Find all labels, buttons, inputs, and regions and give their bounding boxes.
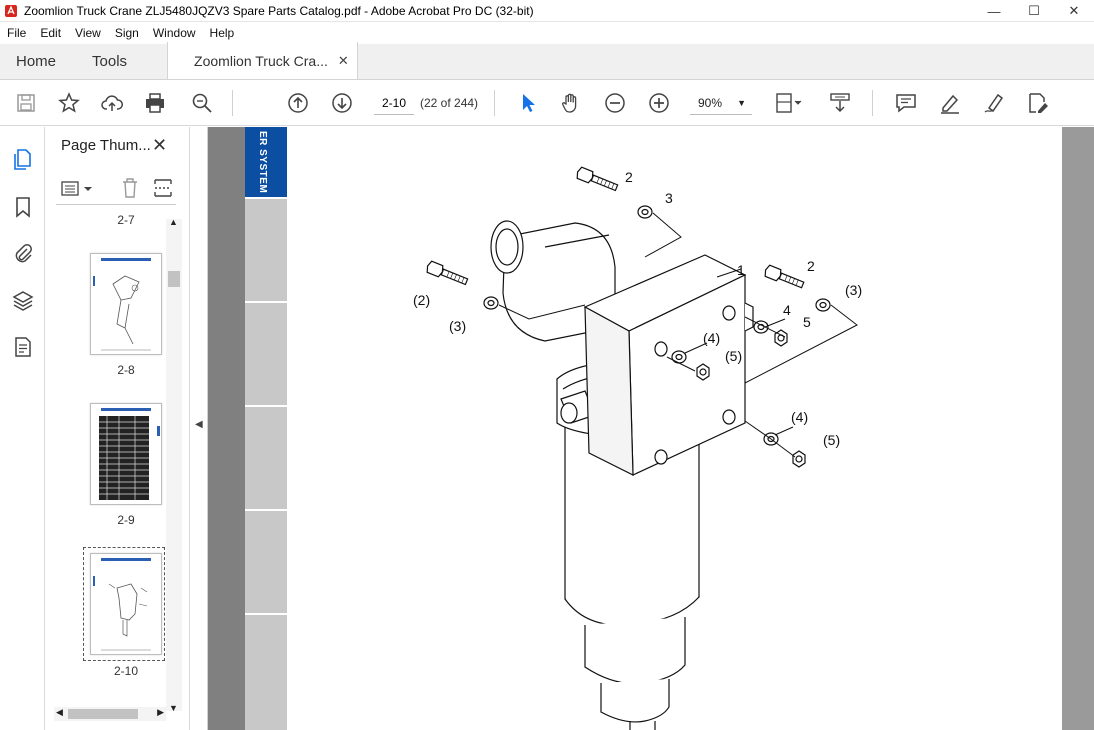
left-navigation-rail [0, 127, 45, 730]
close-window-button[interactable]: ✕ [1054, 0, 1094, 22]
close-tab-icon[interactable]: ✕ [338, 53, 349, 69]
callout-label: 5 [803, 314, 811, 330]
menu-bar: File Edit View Sign Window Help [0, 22, 1094, 44]
layers-icon[interactable] [11, 289, 35, 313]
menu-file[interactable]: File [0, 26, 33, 40]
zoom-value: 90% [698, 95, 723, 110]
maximize-button[interactable]: ☐ [1014, 0, 1054, 22]
menu-sign[interactable]: Sign [108, 26, 146, 40]
zoom-search-icon[interactable] [190, 91, 214, 115]
thumbnails-toolbar [56, 175, 176, 205]
tab-bar: Home Tools Zoomlion Truck Cra... ✕ [0, 42, 1094, 80]
callout-label: (4) [791, 409, 808, 425]
scroll-up-icon[interactable]: ▲ [169, 217, 178, 227]
page-thumbnails-icon[interactable] [11, 147, 35, 171]
page-number-input[interactable] [374, 91, 414, 115]
bookmark-star-icon[interactable] [57, 91, 81, 115]
callout-label: (4) [703, 330, 720, 346]
minimize-button[interactable]: — [974, 0, 1014, 22]
panel-collapse-handle[interactable]: ◀ [190, 127, 208, 730]
callout-label: 4 [783, 302, 791, 318]
page-count-label: (22 of 244) [420, 96, 479, 110]
title-bar: Zoomlion Truck Crane ZLJ5480JQZV3 Spare … [0, 0, 1094, 22]
thumbnail-page-2-10[interactable] [90, 553, 162, 655]
thumbnail-page-2-8[interactable] [90, 253, 162, 355]
thumbnail-label: 2-9 [117, 513, 135, 527]
page-layout-icon[interactable] [773, 91, 805, 115]
zoom-out-icon[interactable] [603, 91, 627, 115]
upload-cloud-icon[interactable] [100, 91, 124, 115]
menu-view[interactable]: View [68, 26, 108, 40]
thumbnails-horizontal-scrollbar[interactable]: ◀ ▶ [54, 707, 166, 721]
scroll-left-icon[interactable]: ◀ [56, 707, 63, 718]
collapse-arrow-icon[interactable]: ◀ [195, 419, 203, 430]
bookmarks-icon[interactable] [11, 195, 35, 219]
thumbnail-page-2-9[interactable] [90, 403, 162, 505]
sign-pen-icon[interactable] [982, 91, 1006, 115]
thumbnail-label: 2-7 [117, 213, 135, 227]
select-cursor-icon[interactable] [516, 91, 540, 115]
delete-page-icon[interactable] [120, 177, 140, 199]
scroll-down-icon[interactable]: ▼ [169, 703, 178, 713]
horizontal-scrollbar-thumb[interactable] [68, 709, 138, 719]
menu-edit[interactable]: Edit [33, 26, 68, 40]
tab-document[interactable]: Zoomlion Truck Cra... ✕ [167, 42, 358, 79]
pdf-page: ER SYSTEM 2 3 1 (2) (3) 2 (3) 4 5 (4) (5… [245, 127, 1071, 730]
scrollbar-thumb[interactable] [168, 271, 180, 287]
acrobat-icon [5, 4, 17, 17]
attachments-icon[interactable] [11, 241, 35, 265]
previous-page-icon[interactable] [286, 91, 310, 115]
thumbnail-label: 2-8 [117, 363, 135, 377]
exploded-parts-diagram: 2 3 1 (2) (3) 2 (3) 4 5 (4) (5) (4) (5) [413, 166, 862, 730]
thumbnail-label: 2-10 [113, 664, 139, 678]
callout-label: (3) [845, 282, 862, 298]
callout-label: (5) [823, 432, 840, 448]
document-properties-icon[interactable] [11, 335, 35, 359]
thumbnails-panel-title: Page Thum... [61, 137, 151, 154]
callout-label: 1 [737, 262, 745, 278]
extract-page-icon[interactable] [152, 177, 174, 199]
menu-window[interactable]: Window [146, 26, 203, 40]
page-thumbnails-panel: Page Thum... ✕ 2-7 2-8 2-9 2-10 ▲ ▼ ◀ ▶ [46, 127, 190, 730]
tab-home[interactable]: Home [0, 43, 72, 79]
edit-pdf-icon[interactable] [1026, 91, 1050, 115]
document-view[interactable]: ER SYSTEM 2 3 1 (2) (3) 2 (3) 4 5 (4) (5… [208, 127, 1094, 730]
close-panel-icon[interactable]: ✕ [152, 135, 167, 156]
document-vertical-scrollbar[interactable] [1062, 127, 1094, 730]
zoom-dropdown[interactable]: 90% ▼ [690, 91, 752, 115]
next-page-icon[interactable] [330, 91, 354, 115]
callout-label: (3) [449, 318, 466, 334]
menu-help[interactable]: Help [203, 26, 242, 40]
scroll-mode-icon[interactable] [828, 91, 852, 115]
thumbnail-options-icon[interactable] [60, 179, 96, 199]
callout-label: (2) [413, 292, 430, 308]
chevron-down-icon: ▼ [737, 97, 746, 108]
thumbnails-vertical-scrollbar[interactable]: ▲ ▼ [166, 217, 182, 713]
tab-document-label: Zoomlion Truck Cra... [194, 52, 328, 69]
tab-tools[interactable]: Tools [72, 43, 143, 79]
callout-label: (5) [725, 348, 742, 364]
hand-tool-icon[interactable] [559, 91, 583, 115]
window-title: Zoomlion Truck Crane ZLJ5480JQZV3 Spare … [24, 3, 534, 18]
zoom-in-icon[interactable] [647, 91, 671, 115]
callout-label: 2 [807, 258, 815, 274]
callout-label: 3 [665, 190, 673, 206]
scroll-right-icon[interactable]: ▶ [157, 707, 164, 718]
save-icon[interactable] [14, 91, 38, 115]
highlight-pen-icon[interactable] [938, 91, 962, 115]
print-icon[interactable] [143, 91, 167, 115]
comment-icon[interactable] [894, 91, 918, 115]
callout-label: 2 [625, 169, 633, 185]
toolbar: (22 of 244) 90% ▼ [0, 80, 1094, 126]
